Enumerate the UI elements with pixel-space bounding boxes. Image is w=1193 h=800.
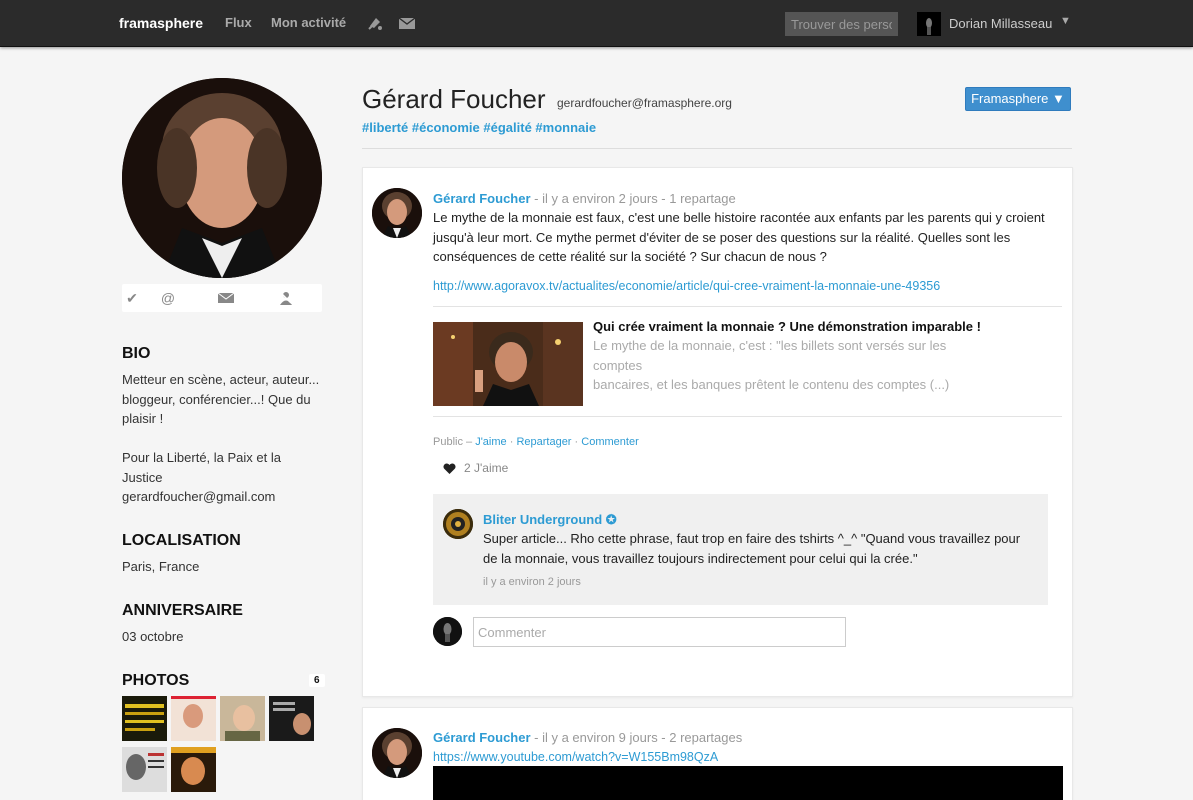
photos-heading: PHOTOS	[122, 672, 190, 689]
mention-icon[interactable]: @	[160, 290, 176, 306]
nav-my-activity[interactable]: Mon activité	[271, 15, 346, 30]
photo-thumbnail[interactable]	[122, 696, 167, 741]
video-embed[interactable]	[433, 766, 1063, 800]
comment-item: Bliter Underground ✪ Super article... Rh…	[433, 494, 1048, 605]
link-preview-title[interactable]: Qui crée vraiment la monnaie ? Une démon…	[593, 319, 981, 334]
comment-link[interactable]: Commenter	[581, 436, 638, 448]
photos-count-badge: 6	[309, 674, 325, 687]
bio-text: Metteur en scène, acteur, auteur... blog…	[122, 372, 320, 504]
photo-thumbnail[interactable]	[220, 696, 265, 741]
user-menu-name[interactable]: Dorian Millasseau	[949, 16, 1052, 31]
notifications-icon[interactable]	[366, 14, 384, 32]
commenter-avatar[interactable]	[443, 509, 473, 539]
post-timestamp: - il y a environ 2 jours - 1 repartage	[530, 191, 736, 206]
post-meta: Gérard Foucher - il y a environ 9 jours …	[433, 730, 742, 745]
location-heading: LOCALISATION	[122, 532, 241, 549]
post-visibility: Public –	[433, 436, 476, 448]
commenter-name-link[interactable]: Bliter Underground ✪	[483, 512, 617, 528]
top-navbar: framasphere Flux Mon activité Dorian Mil…	[0, 0, 1193, 47]
link-preview-description: Le mythe de la monnaie, c'est : "les bil…	[593, 338, 950, 392]
user-menu-caret-icon[interactable]: ▼	[1060, 15, 1071, 27]
profile-tags[interactable]: #liberté #économie #égalité #monnaie	[362, 120, 596, 135]
ignore-user-icon[interactable]	[278, 290, 294, 306]
post-card: Gérard Foucher - il y a environ 9 jours …	[362, 707, 1073, 800]
post-url-link[interactable]: https://www.youtube.com/watch?v=W155Bm98…	[433, 750, 718, 764]
photo-thumbnail[interactable]	[122, 747, 167, 792]
check-icon[interactable]: ✔	[124, 290, 140, 306]
comment-input[interactable]	[473, 617, 846, 647]
birthday-heading: ANNIVERSAIRE	[122, 602, 243, 619]
post-author-link[interactable]: Gérard Foucher	[433, 730, 531, 745]
link-preview-image[interactable]	[433, 322, 583, 406]
post-author-link[interactable]: Gérard Foucher	[433, 191, 531, 206]
profile-handle: gerardfoucher@framasphere.org	[557, 96, 732, 110]
post-timestamp: - il y a environ 9 jours - 2 repartages	[530, 730, 743, 745]
profile-name: Gérard Foucher	[362, 84, 546, 114]
heart-icon[interactable]	[443, 463, 456, 475]
comment-timestamp: il y a environ 2 jours	[483, 576, 581, 588]
brand-link[interactable]: framasphere	[119, 15, 203, 31]
comment-text: Super article... Rho cette phrase, faut …	[483, 531, 1021, 566]
nav-flux[interactable]: Flux	[225, 15, 252, 30]
profile-actions-bar: ✔ @	[122, 284, 322, 312]
divider	[433, 306, 1062, 307]
location-text: Paris, France	[122, 559, 200, 574]
photo-thumbnail[interactable]	[171, 696, 216, 741]
post-body: Le mythe de la monnaie est faux, c'est u…	[433, 210, 1045, 264]
post-author-avatar[interactable]	[372, 728, 422, 778]
post-url-link[interactable]: http://www.agoravox.tv/actualites/econom…	[433, 279, 940, 293]
messages-icon[interactable]	[398, 14, 416, 32]
likes-count[interactable]: 2 J'aime	[464, 461, 508, 475]
post-actions: Public – J'aime · Repartager · Commenter	[433, 436, 639, 448]
divider	[433, 416, 1062, 417]
like-link[interactable]: J'aime	[475, 436, 506, 448]
bio-heading: BIO	[122, 345, 151, 362]
user-avatar[interactable]	[917, 12, 941, 36]
people-search-input[interactable]	[785, 12, 898, 36]
post-card: Gérard Foucher - il y a environ 2 jours …	[362, 167, 1073, 697]
header-divider	[362, 148, 1072, 149]
post-meta: Gérard Foucher - il y a environ 2 jours …	[433, 191, 736, 206]
message-icon[interactable]	[218, 290, 234, 306]
photo-thumbnail[interactable]	[269, 696, 314, 741]
birthday-text: 03 octobre	[122, 629, 184, 644]
reshare-link[interactable]: Repartager	[516, 436, 571, 448]
current-user-avatar	[433, 617, 462, 646]
aspect-dropdown-button[interactable]: Framasphere ▼	[965, 87, 1071, 111]
post-author-avatar[interactable]	[372, 188, 422, 238]
photo-thumbnail[interactable]	[171, 747, 216, 792]
profile-photo	[122, 78, 322, 278]
